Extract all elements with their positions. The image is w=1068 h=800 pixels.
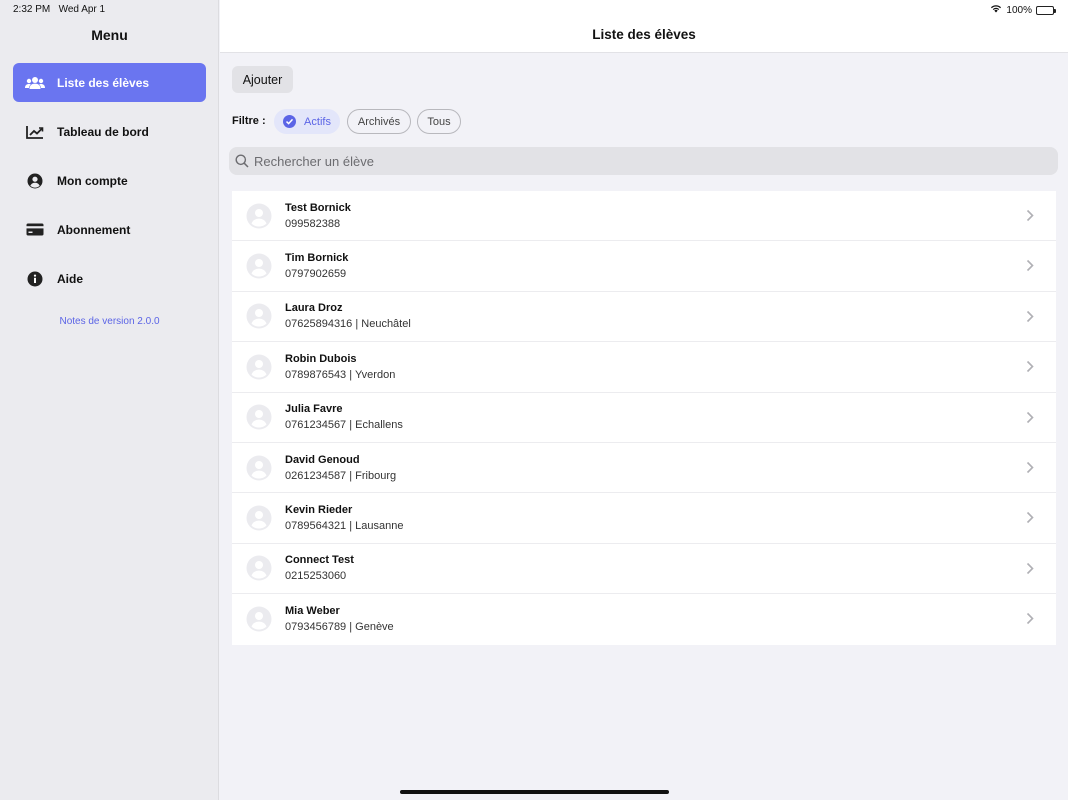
- student-detail: 0793456789 | Genève: [285, 621, 394, 634]
- credit-card-icon: [25, 222, 45, 238]
- student-name: Test Bornick: [285, 201, 351, 214]
- avatar-icon: [246, 505, 272, 531]
- student-detail: 0797902659: [285, 268, 347, 281]
- student-list: Test Bornick 099582388 Tim Bornick 07979026…: [232, 191, 1056, 645]
- list-item[interactable]: Tim Bornick 0797902659: [232, 241, 1056, 292]
- list-item-text: Julia Favre 0761234567 | Echallens: [285, 403, 403, 431]
- checkmark-icon: [283, 115, 297, 128]
- student-name: Connect Test: [285, 554, 354, 567]
- list-item[interactable]: Connect Test 0215253060: [232, 544, 1056, 595]
- student-name: Tim Bornick: [285, 252, 349, 265]
- list-item[interactable]: Julia Favre 0761234567 | Echallens: [232, 393, 1056, 443]
- student-name: Laura Droz: [285, 302, 343, 315]
- avatar-icon: [246, 606, 272, 632]
- page-title: Liste des élèves: [592, 27, 696, 42]
- chevron-right-icon: [1026, 310, 1034, 328]
- student-name: Robin Dubois: [285, 352, 357, 365]
- list-item-text: David Genoud 0261234587 | Fribourg: [285, 454, 396, 482]
- status-bar: 2:32 PM Wed Apr 1 100%: [0, 0, 1068, 18]
- version-notes-link[interactable]: Notes de version 2.0.0: [0, 316, 219, 327]
- info-icon: [25, 271, 45, 287]
- list-item[interactable]: Robin Dubois 0789876543 | Yverdon: [232, 342, 1056, 393]
- avatar-icon: [246, 555, 272, 581]
- avatar-icon: [246, 404, 272, 430]
- list-item[interactable]: Laura Droz 07625894316 | Neuchâtel: [232, 292, 1056, 343]
- student-name: Kevin Rieder: [285, 504, 353, 517]
- sidebar-item-label: Aide: [57, 271, 84, 286]
- status-right: 100%: [990, 4, 1056, 16]
- student-detail: 099582388: [285, 217, 341, 230]
- student-detail: 0789564321 | Lausanne: [285, 520, 404, 533]
- sidebar-item-label: Tableau de bord: [57, 124, 149, 139]
- user-circle-icon: [25, 173, 45, 189]
- sidebar-item-subscription[interactable]: Abonnement: [13, 210, 206, 249]
- list-item-text: Kevin Rieder 0789564321 | Lausanne: [285, 504, 403, 532]
- wifi-icon: [990, 4, 1002, 16]
- sidebar-item-students[interactable]: Liste des élèves: [13, 63, 206, 102]
- list-item-text: Connect Test 0215253060: [285, 554, 354, 582]
- avatar-icon: [246, 253, 272, 279]
- users-icon: [25, 75, 45, 91]
- filter-chip-label: Archivés: [357, 115, 401, 128]
- search-icon: [235, 153, 251, 169]
- student-name: Mia Weber: [285, 605, 340, 618]
- chevron-right-icon: [1026, 360, 1034, 378]
- student-name: Julia Favre: [285, 403, 343, 416]
- list-item-text: Robin Dubois 0789876543 | Yverdon: [285, 353, 395, 381]
- search-bar: [229, 147, 1058, 175]
- list-item[interactable]: David Genoud 0261234587 | Fribourg: [232, 443, 1056, 494]
- chevron-right-icon: [1026, 411, 1034, 429]
- add-student-button[interactable]: Ajouter: [232, 66, 293, 93]
- filter-chip-label: Tous: [427, 115, 451, 128]
- avatar-icon: [246, 354, 272, 380]
- student-name: David Genoud: [285, 453, 360, 466]
- chevron-right-icon: [1026, 612, 1034, 630]
- filter-label: Filtre :: [232, 115, 266, 127]
- battery-percent: 100%: [1006, 4, 1032, 16]
- status-time: 2:32 PM Wed Apr 1: [13, 4, 106, 15]
- sidebar-title: Menu: [91, 27, 128, 43]
- search-input[interactable]: [254, 153, 1034, 169]
- avatar-icon: [246, 455, 272, 481]
- avatar-icon: [246, 203, 272, 229]
- sidebar-item-label: Liste des élèves: [57, 75, 150, 90]
- list-item-text: Test Bornick 099582388: [285, 202, 351, 230]
- filter-chip-label: Actifs: [304, 115, 331, 128]
- chevron-right-icon: [1026, 562, 1034, 580]
- chevron-right-icon: [1026, 511, 1034, 529]
- list-item[interactable]: Kevin Rieder 0789564321 | Lausanne: [232, 493, 1056, 544]
- sidebar-item-help[interactable]: Aide: [13, 259, 206, 298]
- list-item[interactable]: Mia Weber 0793456789 | Genève: [232, 594, 1056, 644]
- student-detail: 0215253060: [285, 570, 347, 583]
- student-detail: 0261234587 | Fribourg: [285, 469, 397, 482]
- sidebar-item-dashboard[interactable]: Tableau de bord: [13, 112, 206, 151]
- list-item-text: Mia Weber 0793456789 | Genève: [285, 605, 394, 633]
- student-detail: 0789876543 | Yverdon: [285, 368, 396, 381]
- chevron-right-icon: [1026, 209, 1034, 227]
- sidebar-item-label: Abonnement: [57, 222, 131, 237]
- chart-line-icon: [25, 124, 45, 140]
- sidebar: Menu Liste des élèves Tableau de bord Mo…: [0, 0, 219, 800]
- list-item-text: Laura Droz 07625894316 | Neuchâtel: [285, 302, 411, 330]
- avatar-icon: [246, 303, 272, 329]
- student-detail: 07625894316 | Neuchâtel: [285, 318, 411, 331]
- home-indicator[interactable]: [400, 790, 669, 794]
- chevron-right-icon: [1026, 259, 1034, 277]
- student-detail: 0761234567 | Echallens: [285, 419, 403, 432]
- sidebar-item-label: Mon compte: [57, 173, 128, 188]
- filter-chip-archived[interactable]: Archivés: [347, 109, 411, 134]
- battery-icon: [1036, 5, 1056, 15]
- list-item[interactable]: Test Bornick 099582388: [232, 191, 1056, 242]
- filter-chip-active[interactable]: Actifs: [274, 109, 340, 134]
- sidebar-item-account[interactable]: Mon compte: [13, 161, 206, 200]
- list-item-text: Tim Bornick 0797902659: [285, 252, 348, 280]
- filter-chip-all[interactable]: Tous: [417, 109, 461, 134]
- chevron-right-icon: [1026, 461, 1034, 479]
